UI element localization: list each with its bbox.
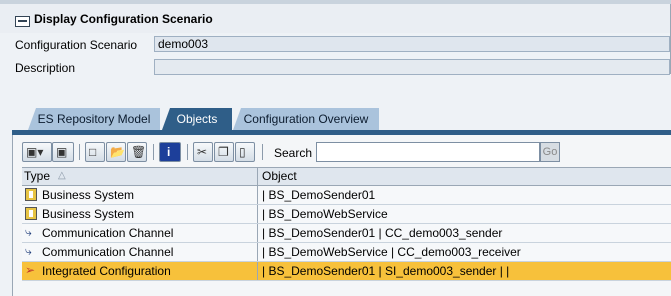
column-divider [257,224,258,242]
unassign-icon: ▣ [56,145,68,159]
unassign-button[interactable]: ▣ [52,142,74,162]
object-column-header[interactable]: Object [262,169,297,183]
type-cell: Integrated Configuration [42,264,171,278]
display-icon [15,16,30,27]
copy-button[interactable]: ❐ [214,142,234,162]
copy-icon: ❐ [218,145,229,159]
object-cell: | BS_DemoSender01 [262,188,376,202]
column-divider [257,205,258,223]
open-folder-icon: 📂 [110,145,125,159]
table-row[interactable]: ⤷ Communication Channel | BS_DemoSender0… [22,224,671,243]
configuration-scenario-window: Display Configuration Scenario Configura… [0,0,671,296]
toolbar: ▣▾ ▣ □ 📂 🗑 i ✂ ❐ ▯ Search Go [22,142,671,164]
type-cell: Business System [42,207,135,221]
title-bar: Display Configuration Scenario [0,4,671,33]
new-document-icon: □ [89,145,97,159]
objects-table: Type △ Object Business System | BS_DemoS… [22,167,671,281]
toolbar-separator [187,144,188,160]
toolbar-separator [262,144,263,160]
column-divider [257,262,258,280]
scissors-icon: ✂ [197,145,208,159]
tab-es-repository-model[interactable]: ES Repository Model [28,108,160,130]
info-icon: i [167,145,171,159]
cut-button[interactable]: ✂ [193,142,213,162]
type-cell: Business System [42,188,135,202]
paste-button[interactable]: ▯ [235,142,255,162]
table-row[interactable]: ⤷ Communication Channel | BS_DemoWebServ… [22,243,671,262]
object-cell: | BS_DemoSender01 | SI_demo003_sender | … [262,264,510,278]
tab-configuration-overview[interactable]: Configuration Overview [233,108,379,130]
table-row[interactable]: Business System | BS_DemoWebService [22,205,671,224]
page-title: Display Configuration Scenario [34,12,213,26]
new-button[interactable]: □ [85,142,105,162]
scenario-label: Configuration Scenario [15,38,138,52]
description-label: Description [15,61,76,75]
object-cell: | BS_DemoWebService | CC_demo003_receive… [262,245,521,259]
toolbar-separator [153,144,154,160]
tab-objects[interactable]: Objects [162,108,232,130]
delete-button[interactable]: 🗑 [127,142,147,162]
communication-channel-icon: ⤷ [25,244,32,258]
integrated-configuration-icon: ➢ [25,263,36,277]
assign-icon: ▣▾ [26,145,44,159]
column-divider [257,168,258,185]
assign-button[interactable]: ▣▾ [22,142,52,162]
column-divider [257,186,258,204]
search-label: Search [274,146,313,160]
type-cell: Communication Channel [42,245,174,259]
type-cell: Communication Channel [42,226,174,240]
description-field[interactable] [154,59,670,75]
sort-ascending-icon[interactable]: △ [58,170,66,181]
column-divider [257,243,258,261]
table-header: Type △ Object [22,167,671,186]
type-column-header[interactable]: Type [24,169,50,183]
object-cell: | BS_DemoWebService [262,207,388,221]
info-button[interactable]: i [159,142,181,162]
search-input[interactable] [316,142,540,162]
open-button[interactable]: 📂 [106,142,126,162]
table-row[interactable]: Business System | BS_DemoSender01 [22,186,671,205]
table-row-selected[interactable]: ➢ Integrated Configuration | BS_DemoSend… [22,262,671,281]
object-cell: | BS_DemoSender01 | CC_demo003_sender [262,226,503,240]
communication-channel-icon: ⤷ [25,225,32,239]
tab-bar: ES Repository Model Objects Configuratio… [0,108,671,130]
paste-icon: ▯ [239,145,246,159]
go-button[interactable]: Go [540,142,560,162]
trash-icon: 🗑 [131,145,147,159]
scenario-field[interactable]: demo003 [154,36,670,52]
business-system-icon [25,188,37,201]
toolbar-separator [79,144,80,160]
business-system-icon [25,207,37,220]
